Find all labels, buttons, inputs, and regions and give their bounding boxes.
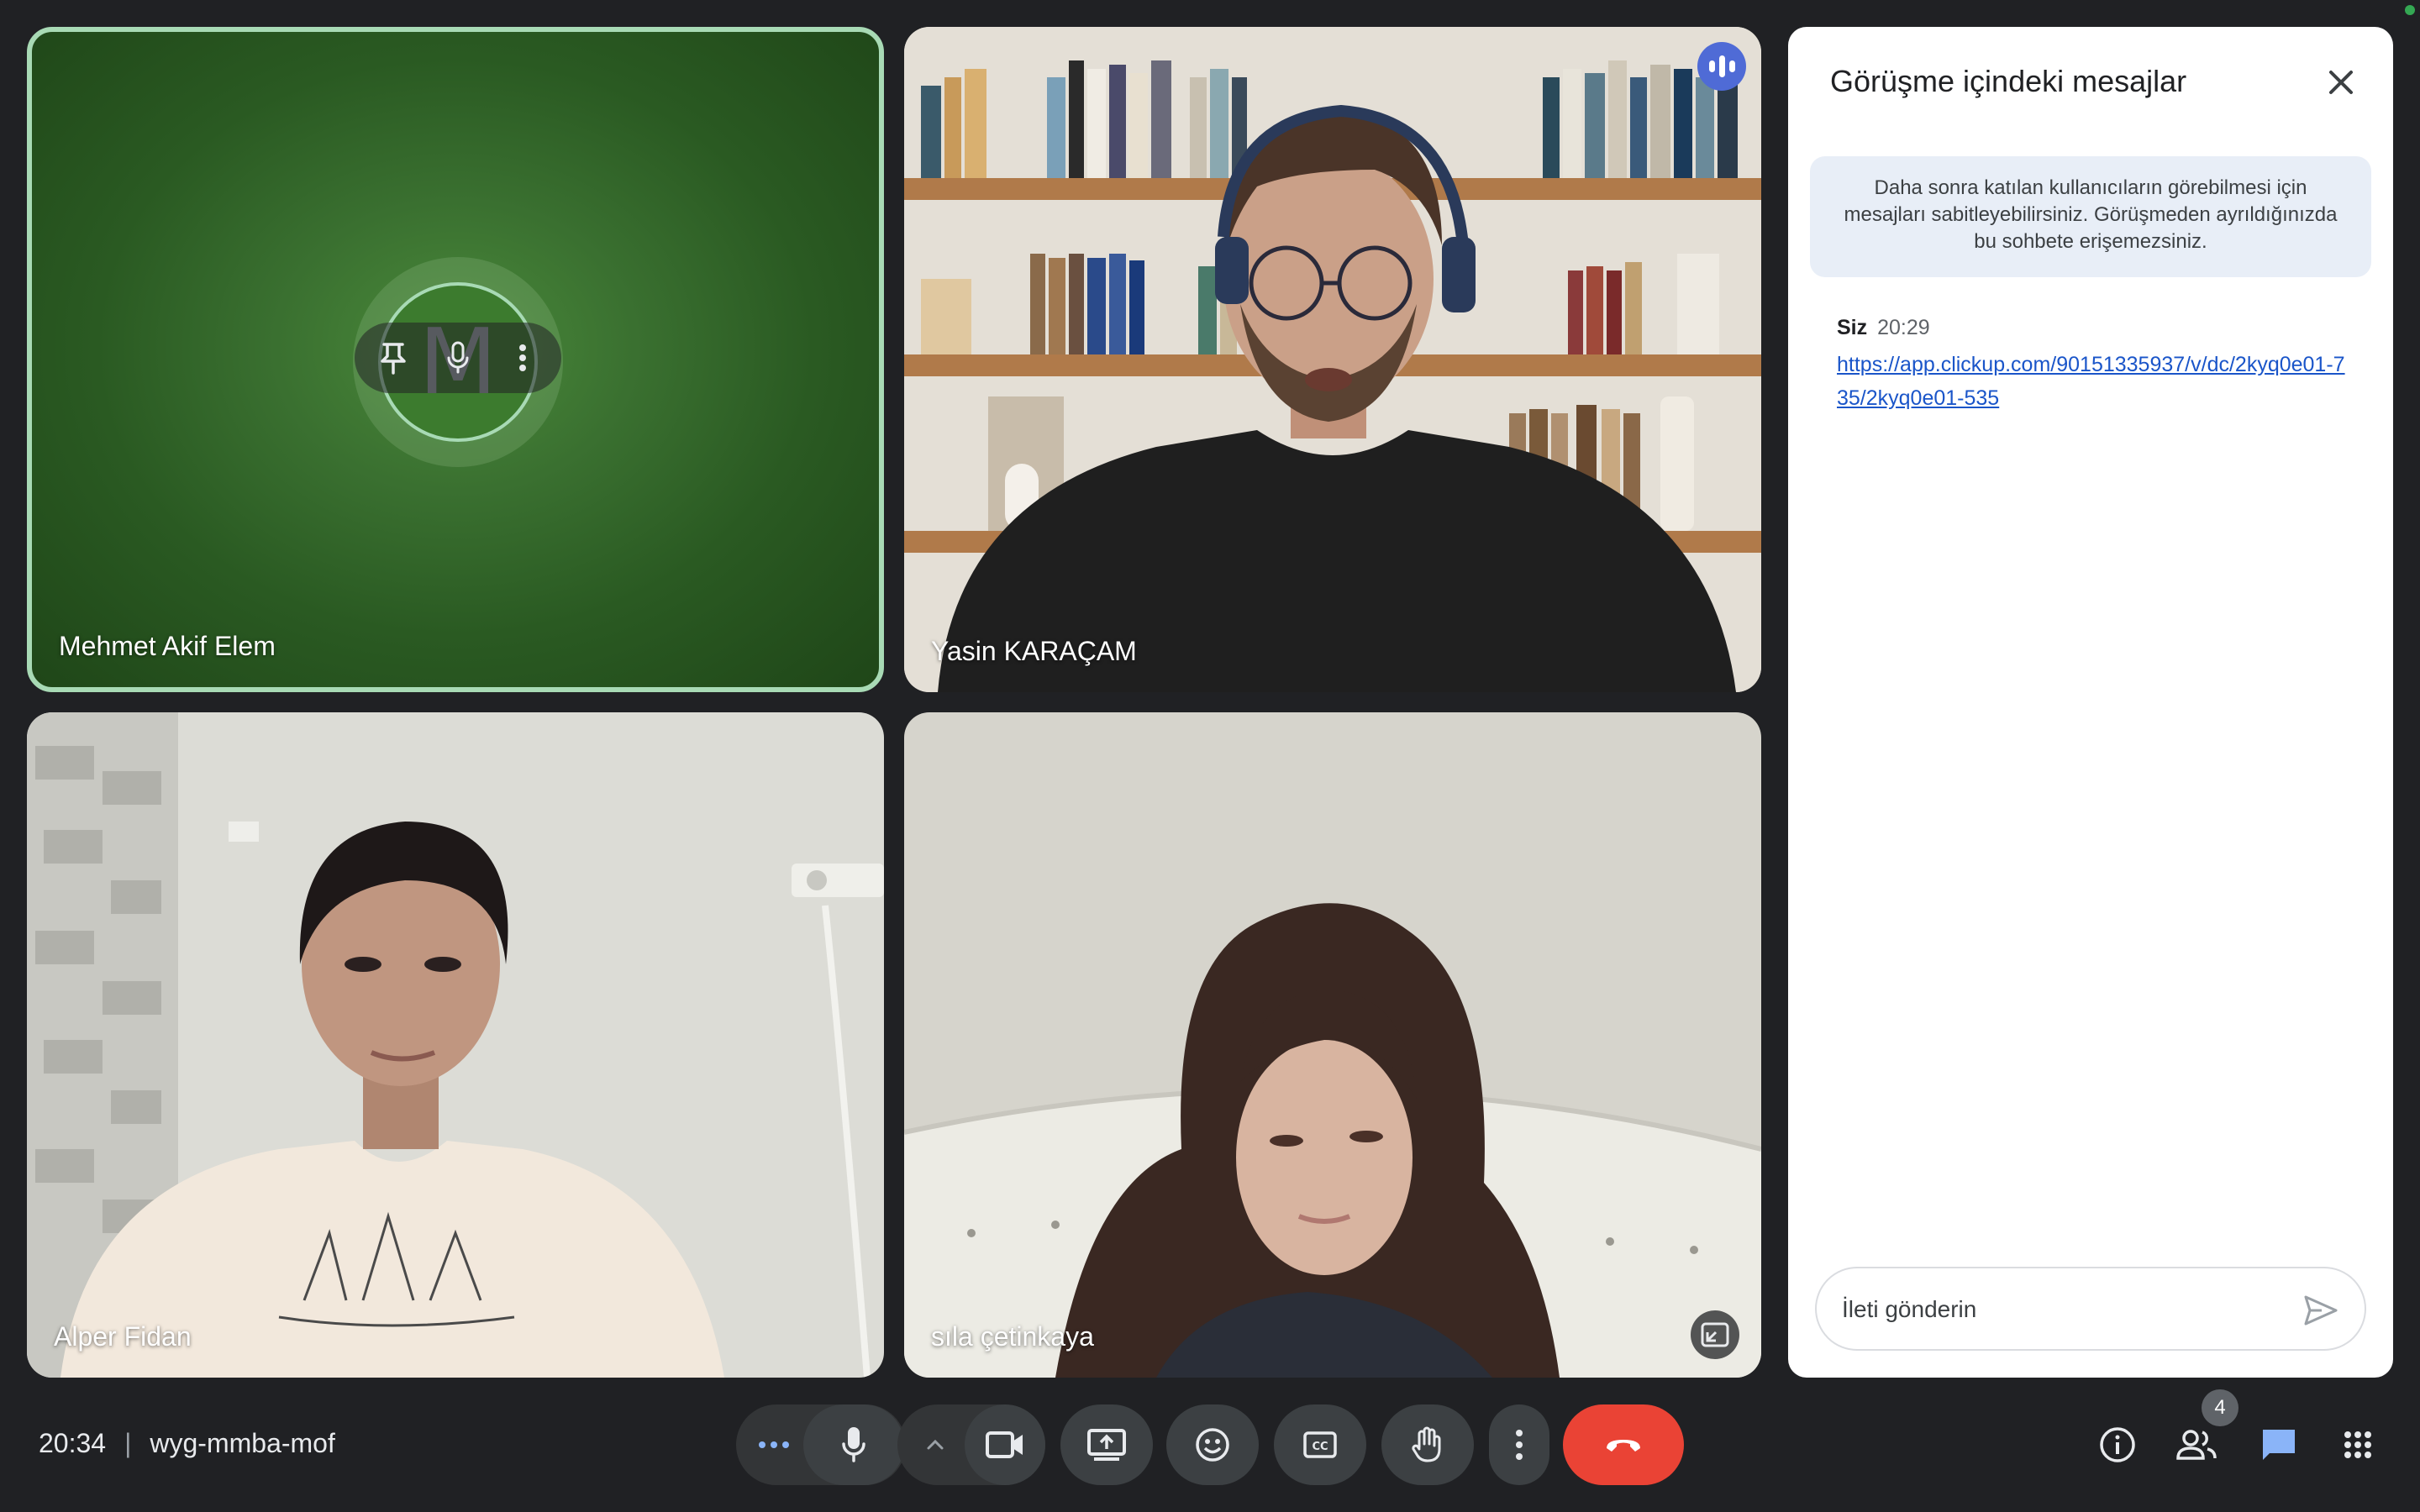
chat-title: Görüşme içindeki mesajlar: [1830, 64, 2187, 98]
speaking-icon: [1697, 42, 1746, 91]
svg-text:CC: CC: [1312, 1441, 1328, 1453]
participant-name: sıla çetinkaya: [931, 1321, 1094, 1352]
end-call-icon[interactable]: [1563, 1404, 1684, 1485]
more-vert-icon[interactable]: [496, 331, 550, 385]
message-input[interactable]: [1842, 1289, 2279, 1331]
pin-icon[interactable]: [366, 331, 420, 385]
status-indicator: [2405, 5, 2415, 15]
participant-tile-3[interactable]: Alper Fidan: [27, 712, 884, 1378]
message-time: 20:29: [1877, 316, 1930, 339]
info-icon[interactable]: [2092, 1420, 2143, 1470]
tile-hover-controls: [355, 323, 561, 393]
participant-tile-2[interactable]: Yasin KARAÇAM: [904, 27, 1761, 692]
chat-input-box: [1815, 1267, 2366, 1351]
participant-name: Mehmet Akif Elem: [59, 631, 276, 661]
chat-panel: Görüşme içindeki mesajlar Daha sonra kat…: [1788, 27, 2393, 1378]
message-sender: Siz: [1837, 316, 1868, 339]
people-icon[interactable]: [2171, 1420, 2222, 1470]
raise-hand-icon[interactable]: [1381, 1404, 1474, 1485]
camera-icon[interactable]: [965, 1404, 1045, 1485]
people-count-badge: 4: [2202, 1389, 2238, 1426]
meeting-time: 20:34: [39, 1428, 107, 1458]
message-link[interactable]: https://app.clickup.com/90151335937/v/dc…: [1837, 348, 2349, 415]
participant-tile-1[interactable]: M Mehmet Akif Elem: [27, 27, 884, 692]
mic-off-icon[interactable]: [431, 331, 485, 385]
close-icon[interactable]: [2317, 59, 2365, 106]
video-feed: [27, 712, 884, 1378]
chat-icon[interactable]: [2254, 1420, 2304, 1470]
separator: |: [124, 1428, 132, 1458]
message-header: Siz 20:29: [1837, 316, 1930, 340]
more-options-icon[interactable]: [736, 1404, 812, 1485]
participant-name: Alper Fidan: [54, 1321, 192, 1352]
more-vert-icon[interactable]: [1489, 1404, 1549, 1485]
emoji-icon[interactable]: [1166, 1404, 1259, 1485]
participant-tile-4[interactable]: sıla çetinkaya: [904, 712, 1761, 1378]
chevron-up-icon[interactable]: [897, 1404, 973, 1485]
microphone-icon[interactable]: [803, 1404, 904, 1485]
meeting-info: 20:34 | wyg-mmba-mof: [39, 1428, 335, 1459]
captions-icon[interactable]: CC: [1274, 1404, 1366, 1485]
video-feed: [904, 27, 1761, 692]
present-screen-icon[interactable]: [1060, 1404, 1153, 1485]
participant-name: Yasin KARAÇAM: [931, 636, 1137, 666]
expand-icon[interactable]: [1691, 1310, 1739, 1359]
video-feed: [904, 712, 1761, 1378]
meeting-code: wyg-mmba-mof: [150, 1428, 335, 1458]
apps-icon[interactable]: [2333, 1420, 2383, 1470]
chat-info-banner: Daha sonra katılan kullanıcıların görebi…: [1810, 156, 2371, 277]
send-icon[interactable]: [2299, 1289, 2343, 1332]
